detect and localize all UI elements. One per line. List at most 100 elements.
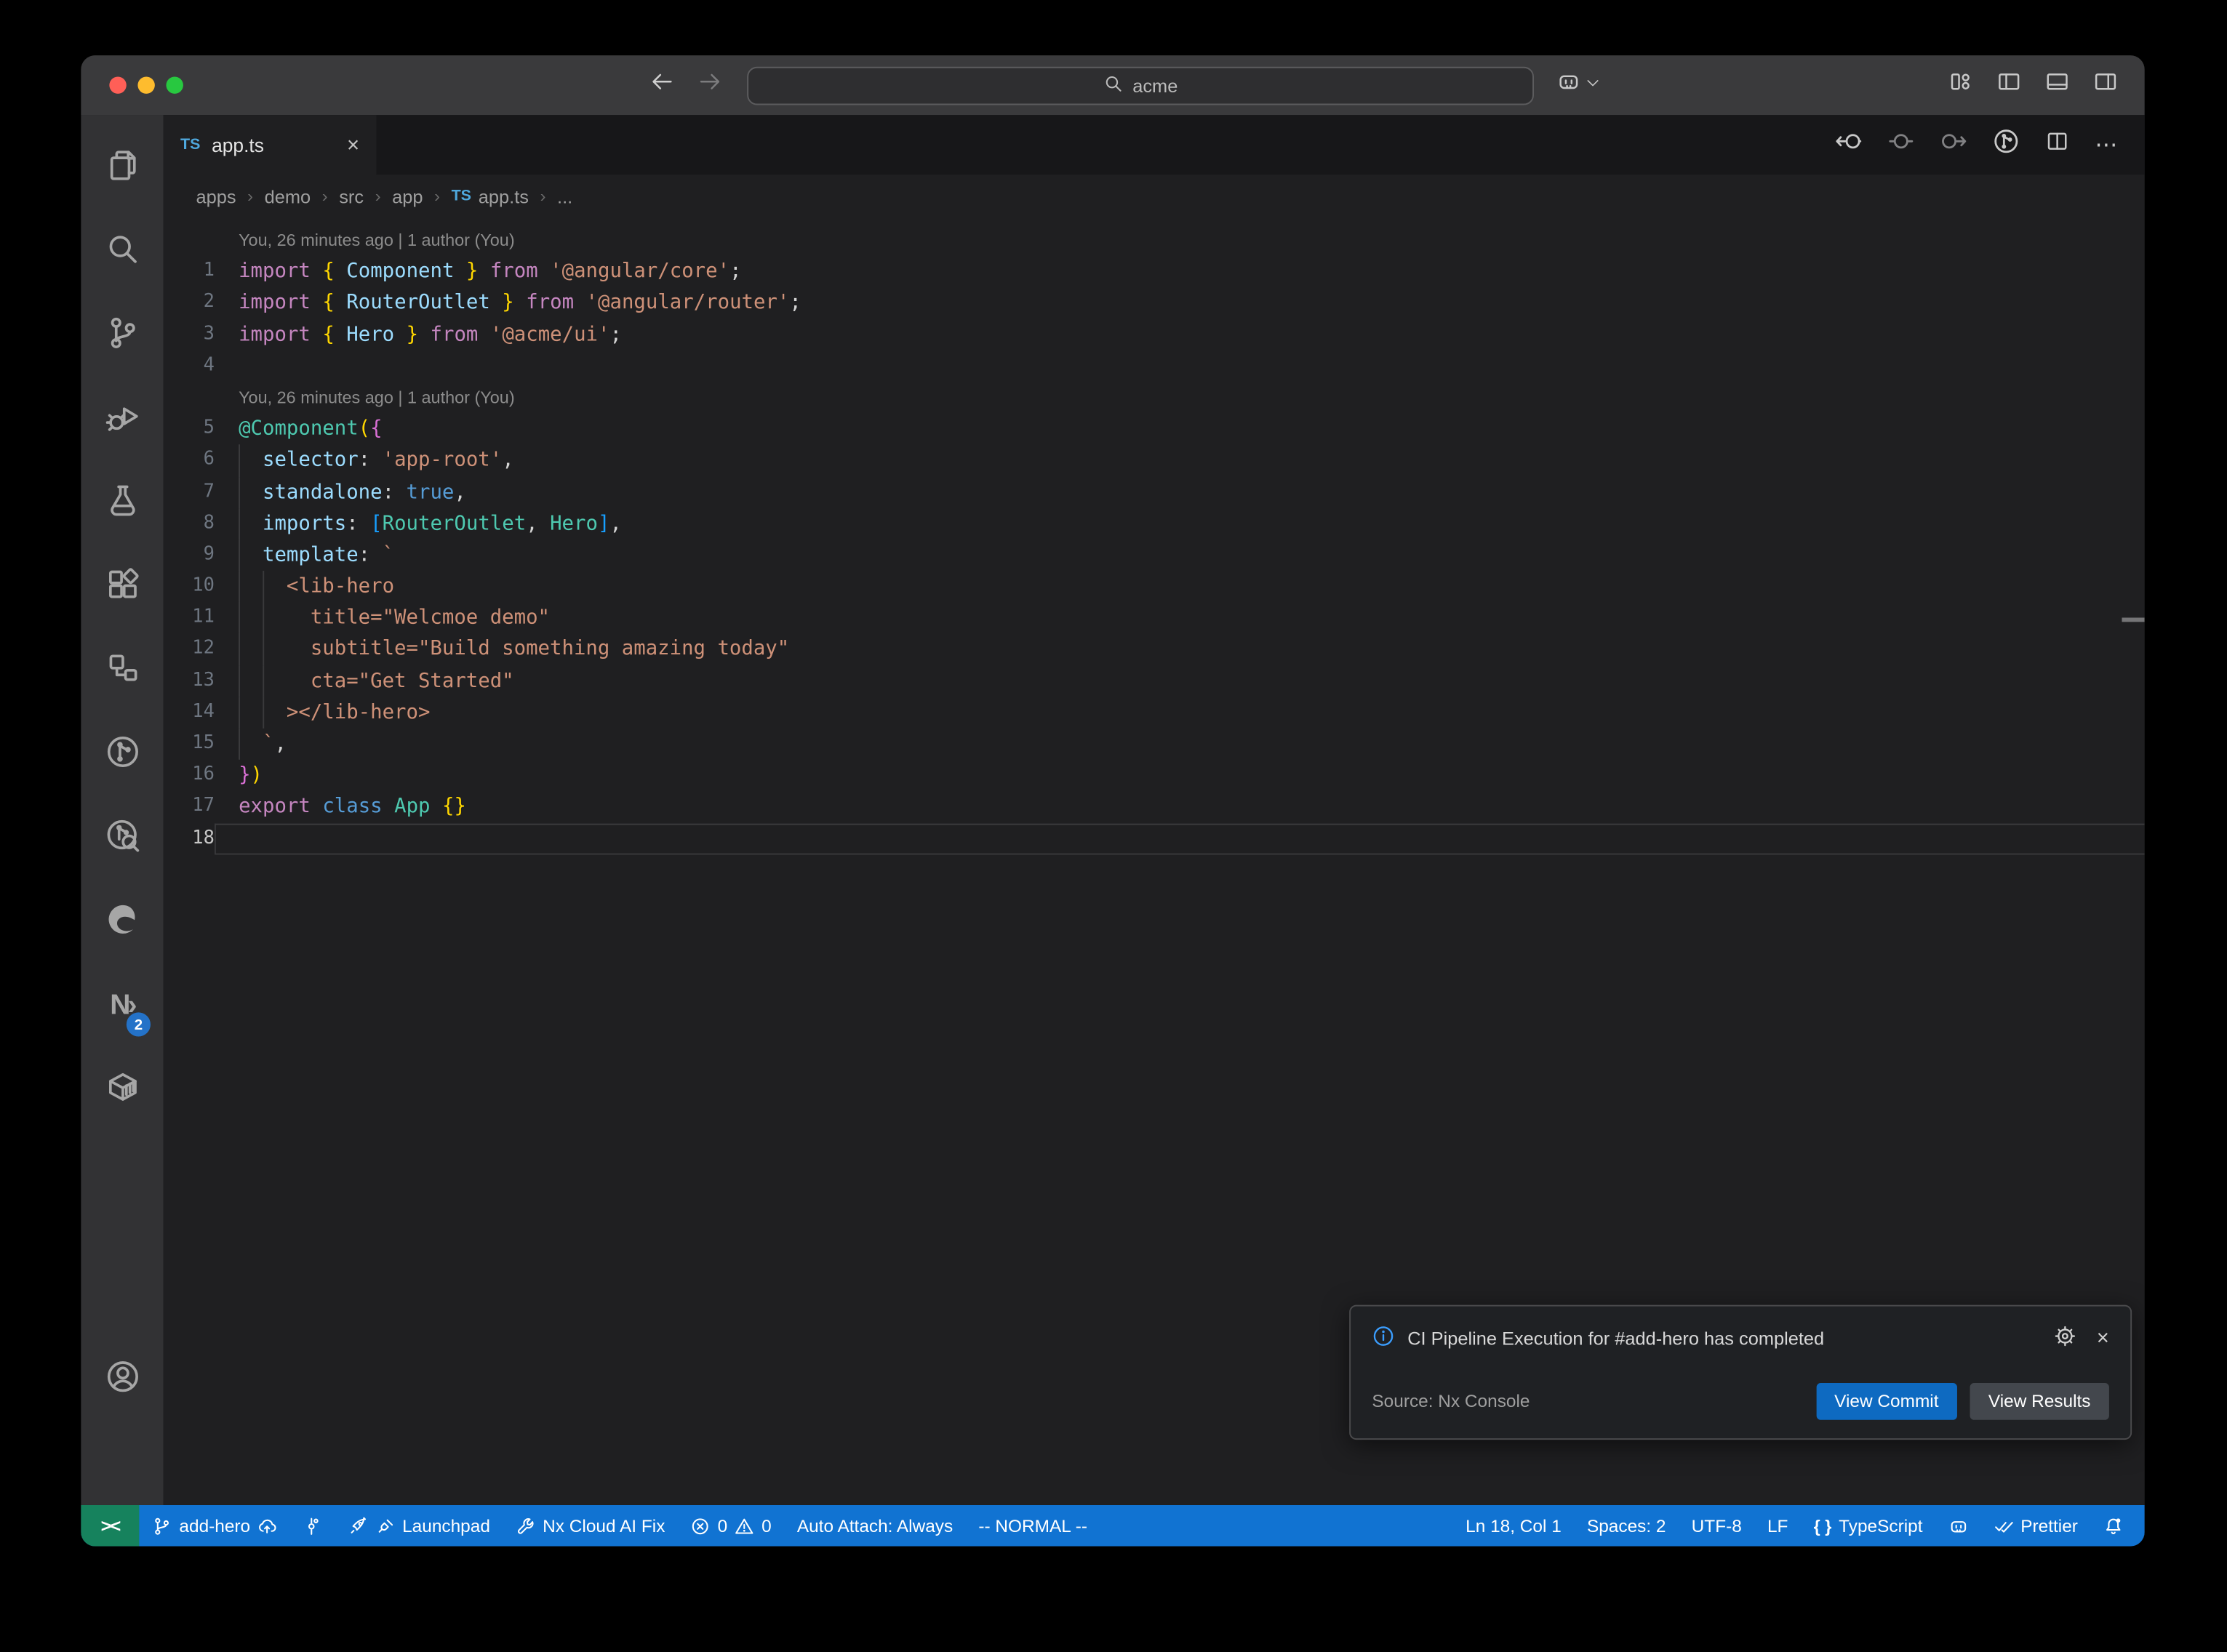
notification-close-icon[interactable]: ×: [2097, 1326, 2109, 1350]
line-number[interactable]: 2: [164, 287, 215, 318]
line-number[interactable]: 8: [164, 508, 215, 539]
activity-bar-item-source-control[interactable]: [81, 294, 163, 377]
blame-text[interactable]: You, 26 minutes ago | 1 author (You): [215, 225, 2145, 256]
line-number[interactable]: 12: [164, 634, 215, 665]
line-number[interactable]: 9: [164, 540, 215, 571]
status-item-commit-status[interactable]: [290, 1505, 335, 1547]
view-results-button[interactable]: View Results: [1970, 1383, 2108, 1420]
toggle-primary-sidebar-icon[interactable]: [1997, 70, 2021, 101]
line-number[interactable]: 7: [164, 476, 215, 508]
status-item-notifications[interactable]: [2091, 1505, 2136, 1547]
line-number[interactable]: 11: [164, 602, 215, 633]
status-item-vim-mode[interactable]: -- NORMAL --: [966, 1505, 1100, 1547]
code-text[interactable]: subtitle="Build something amazing today": [215, 634, 2145, 665]
minimize-window-button[interactable]: [137, 76, 154, 93]
activity-bar-item-extensions[interactable]: [81, 545, 163, 629]
line-number[interactable]: 3: [164, 319, 215, 350]
code-text[interactable]: template: `: [215, 540, 2145, 571]
close-tab-icon[interactable]: ×: [347, 133, 359, 157]
status-item-auto-attach[interactable]: Auto Attach: Always: [784, 1505, 966, 1547]
activity-bar-item-project-explorer[interactable]: [81, 629, 163, 713]
code-text[interactable]: <lib-hero: [215, 571, 2145, 602]
status-item-eol[interactable]: LF: [1754, 1505, 1801, 1547]
activity-bar-item-settings[interactable]: [81, 1422, 163, 1505]
activity-bar-item-explorer[interactable]: [81, 127, 163, 210]
status-item-encoding[interactable]: UTF-8: [1679, 1505, 1754, 1547]
status-item-language-mode[interactable]: { }TypeScript: [1801, 1505, 1935, 1547]
breadcrumb-item[interactable]: app: [392, 185, 423, 206]
code-text[interactable]: [215, 823, 2145, 854]
breadcrumb-item[interactable]: demo: [265, 185, 311, 206]
activity-bar-item-run-and-debug[interactable]: [81, 377, 163, 461]
code-text[interactable]: selector: 'app-root',: [215, 445, 2145, 476]
change-icon[interactable]: [1887, 128, 1914, 162]
activity-bar-item-gitlens-search[interactable]: [81, 797, 163, 881]
gitlens-graph-icon[interactable]: [1993, 128, 2020, 162]
breadcrumb-symbol[interactable]: ...: [557, 185, 572, 206]
activity-bar-item-testing[interactable]: [81, 462, 163, 545]
line-number[interactable]: 18: [164, 823, 215, 854]
line-number[interactable]: 5: [164, 414, 215, 445]
status-item-nx-cloud-ai-fix[interactable]: Nx Cloud AI Fix: [503, 1505, 678, 1547]
code-text[interactable]: import { Component } from '@angular/core…: [215, 256, 2145, 287]
line-number[interactable]: 17: [164, 791, 215, 822]
activity-bar-item-accounts[interactable]: [81, 1338, 163, 1422]
code-text[interactable]: [215, 350, 2145, 382]
activity-bar-item-containers[interactable]: [81, 1048, 163, 1131]
code-text[interactable]: ></lib-hero>: [215, 697, 2145, 728]
code-text[interactable]: `,: [215, 729, 2145, 760]
copilot-menu[interactable]: [1557, 70, 1602, 101]
breadcrumb-file[interactable]: TSapp.ts: [452, 185, 529, 206]
breadcrumb-item[interactable]: src: [339, 185, 364, 206]
navigate-forward-icon[interactable]: [697, 70, 721, 101]
line-number[interactable]: 15: [164, 729, 215, 760]
code-text[interactable]: import { RouterOutlet } from '@angular/r…: [215, 287, 2145, 318]
activity-bar-item-search[interactable]: [81, 210, 163, 294]
customize-layout-icon[interactable]: [1948, 70, 1972, 101]
previous-change-icon[interactable]: [1835, 128, 1862, 162]
status-item-indentation[interactable]: Spaces: 2: [1574, 1505, 1679, 1547]
code-text[interactable]: standalone: true,: [215, 476, 2145, 508]
navigate-back-icon[interactable]: [651, 70, 675, 101]
warning-icon: [735, 1516, 754, 1536]
toggle-panel-icon[interactable]: [2045, 70, 2069, 101]
line-number[interactable]: 14: [164, 697, 215, 728]
status-item-prettier[interactable]: Prettier: [1981, 1505, 2091, 1547]
status-item-cursor-position[interactable]: Ln 18, Col 1: [1453, 1505, 1575, 1547]
code-text[interactable]: @Component({: [215, 414, 2145, 445]
code-text[interactable]: import { Hero } from '@acme/ui';: [215, 319, 2145, 350]
line-number[interactable]: 6: [164, 445, 215, 476]
split-editor-icon[interactable]: [2045, 129, 2069, 161]
line-number[interactable]: 13: [164, 665, 215, 697]
code-text[interactable]: imports: [RouterOutlet, Hero],: [215, 508, 2145, 539]
line-number[interactable]: 16: [164, 760, 215, 791]
code-text[interactable]: }): [215, 760, 2145, 791]
status-item-branch-status[interactable]: add-hero: [140, 1505, 290, 1547]
activity-bar-item-edge-tools[interactable]: [81, 881, 163, 964]
toggle-secondary-sidebar-icon[interactable]: [2093, 70, 2117, 101]
notification-settings-icon[interactable]: [2054, 1325, 2076, 1352]
breadcrumb-item[interactable]: apps: [196, 185, 236, 206]
view-commit-button[interactable]: View Commit: [1816, 1383, 1957, 1420]
status-item-problems[interactable]: 00: [678, 1505, 784, 1547]
status-item-copilot[interactable]: [1935, 1505, 1980, 1547]
next-change-icon[interactable]: [1940, 128, 1967, 162]
status-item-launchpad[interactable]: Launchpad: [335, 1505, 503, 1547]
code-line: 12 subtitle="Build something amazing tod…: [164, 634, 2145, 665]
activity-bar-item-gitlens[interactable]: [81, 713, 163, 796]
blame-text[interactable]: You, 26 minutes ago | 1 author (You): [215, 382, 2145, 413]
remote-indicator[interactable]: ><: [81, 1505, 139, 1547]
more-actions-icon[interactable]: ⋯: [2095, 131, 2119, 159]
code-text[interactable]: export class App {}: [215, 791, 2145, 822]
tab-app-ts[interactable]: TS app.ts ×: [164, 115, 377, 175]
code-text[interactable]: title="Welcmoe demo": [215, 602, 2145, 633]
line-number[interactable]: 1: [164, 256, 215, 287]
activity-bar-item-nx-console[interactable]: N›2: [81, 964, 163, 1048]
command-center-search[interactable]: acme: [748, 66, 1535, 105]
close-window-button[interactable]: [109, 76, 126, 93]
code-text[interactable]: cta="Get Started": [215, 665, 2145, 697]
zoom-window-button[interactable]: [166, 76, 183, 93]
line-number[interactable]: 10: [164, 571, 215, 602]
breadcrumb: apps›demo›src›app›TSapp.ts›...: [164, 175, 2145, 217]
line-number[interactable]: 4: [164, 350, 215, 382]
